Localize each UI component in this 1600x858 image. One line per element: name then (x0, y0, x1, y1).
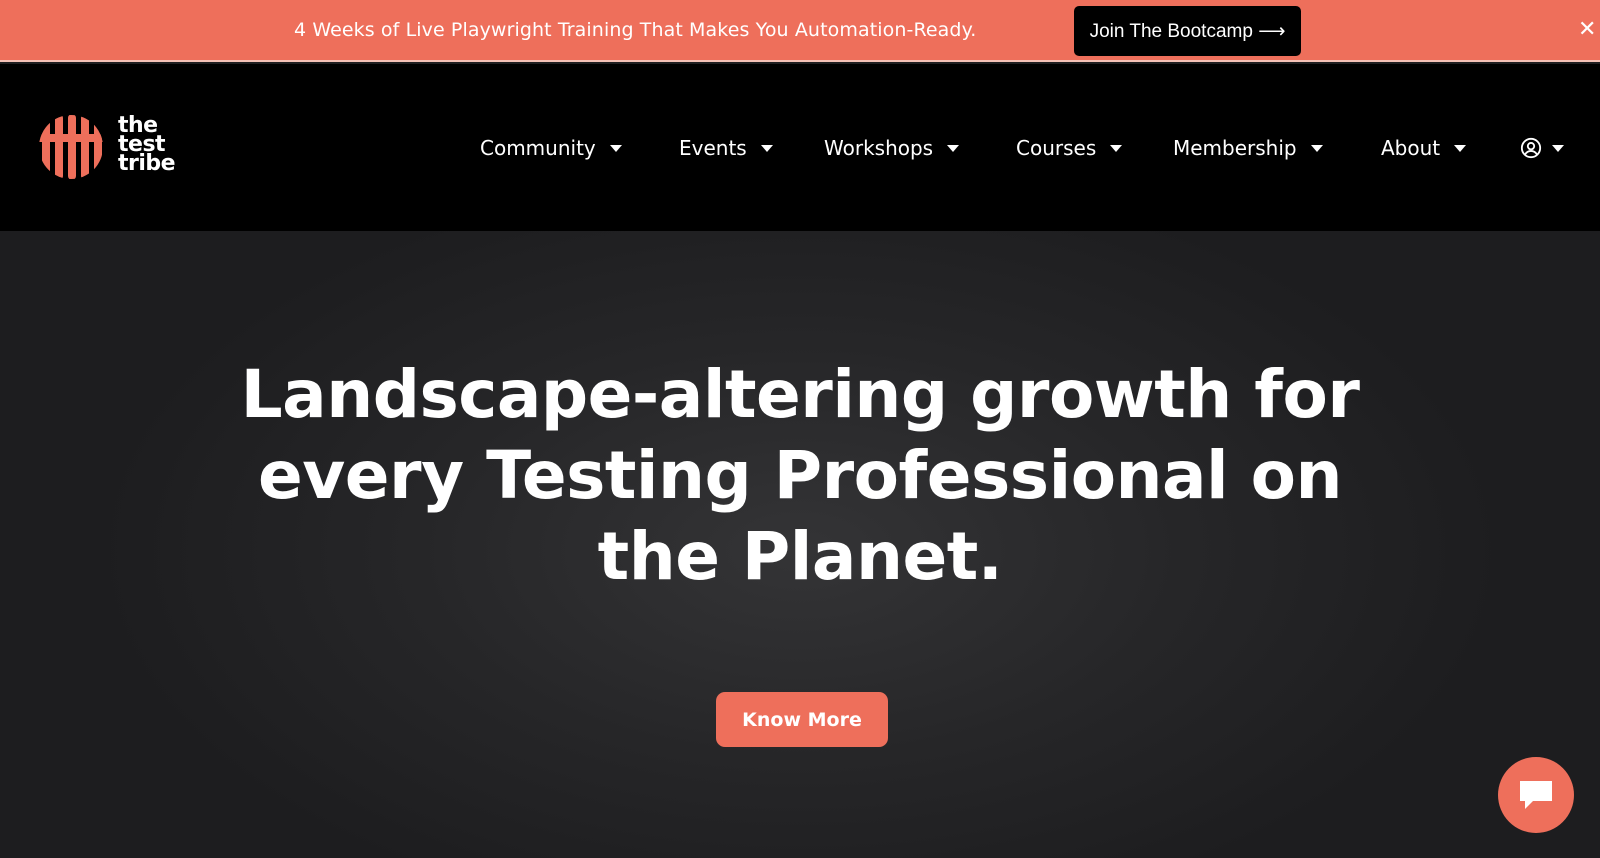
account-menu[interactable] (1520, 132, 1564, 164)
nav-label-events: Events (679, 136, 747, 160)
site-logo[interactable]: the test tribe (38, 114, 188, 184)
join-bootcamp-button[interactable]: Join The Bootcamp ⟶ (1074, 6, 1301, 56)
nav-item-events[interactable]: Events (679, 132, 773, 164)
nav-item-about[interactable]: About (1381, 132, 1467, 164)
know-more-button[interactable]: Know More (716, 692, 888, 747)
logo-wordmark: the test tribe (118, 115, 176, 176)
chevron-down-icon (760, 144, 773, 152)
nav-item-workshops[interactable]: Workshops (824, 132, 960, 164)
nav-label-courses: Courses (1016, 136, 1097, 160)
hero-title: Landscape-altering growth for every Test… (240, 356, 1360, 595)
chat-bubble-icon (1520, 781, 1552, 809)
hero-section: Landscape-altering growth for every Test… (0, 231, 1600, 858)
user-circle-icon (1520, 137, 1542, 159)
logo-icon (39, 115, 103, 179)
chevron-down-icon (1110, 144, 1123, 152)
chevron-down-icon (947, 144, 960, 152)
close-icon[interactable]: ✕ (1578, 18, 1600, 42)
nav-label-workshops: Workshops (824, 136, 934, 160)
nav-label-about: About (1381, 136, 1441, 160)
nav-item-courses[interactable]: Courses (1016, 132, 1123, 164)
logo-line-3: tribe (118, 151, 176, 176)
announcement-bar: 4 Weeks of Live Playwright Training That… (0, 0, 1600, 62)
site-header: the test tribe Community Events Workshop… (0, 64, 1600, 231)
nav-label-membership: Membership (1173, 136, 1297, 160)
nav-item-community[interactable]: Community (480, 132, 622, 164)
chevron-down-icon (609, 144, 622, 152)
nav-label-community: Community (480, 136, 596, 160)
chevron-down-icon (1552, 144, 1564, 152)
announcement-text: 4 Weeks of Live Playwright Training That… (294, 19, 977, 41)
chevron-down-icon (1310, 144, 1323, 152)
nav-item-membership[interactable]: Membership (1173, 132, 1323, 164)
chat-widget-button[interactable] (1498, 757, 1574, 833)
chevron-down-icon (1454, 144, 1467, 152)
